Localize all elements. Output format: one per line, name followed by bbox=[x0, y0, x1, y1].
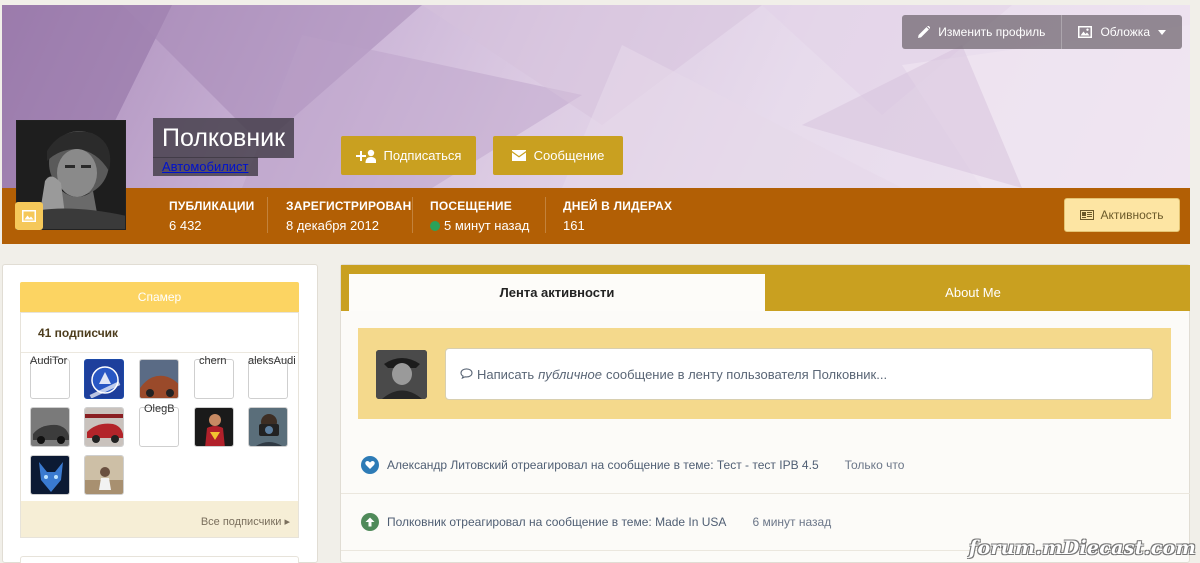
follower-name[interactable]: chern bbox=[199, 355, 227, 367]
stat-value: 5 минут назад bbox=[444, 218, 530, 233]
cover-photo-label: Обложка bbox=[1100, 25, 1150, 39]
cover-photo-button[interactable]: Обложка bbox=[1061, 15, 1182, 49]
activity-time: 6 минут назад bbox=[752, 515, 832, 529]
follower-name[interactable]: AudiTor bbox=[30, 355, 67, 367]
cover-actions: Изменить профиль Обложка bbox=[902, 15, 1182, 49]
edit-profile-button[interactable]: Изменить профиль bbox=[902, 15, 1061, 49]
activity-text[interactable]: Полковник отреагировал на сообщение в те… bbox=[387, 515, 726, 529]
person-avatar-icon[interactable] bbox=[84, 455, 124, 495]
activity-item[interactable]: Александр Литовский отреагировал на сооб… bbox=[341, 436, 1190, 493]
sidebar-widget bbox=[20, 556, 299, 563]
stat-last-visit: ПОСЕЩЕНИЕ 5 минут назад bbox=[430, 199, 529, 233]
composer-emphasis: публичное bbox=[538, 366, 602, 382]
all-followers-link[interactable]: Все подписчики ▸ bbox=[201, 515, 290, 528]
stat-value: 8 декабря 2012 bbox=[286, 218, 379, 233]
message-button[interactable]: Сообщение bbox=[493, 136, 623, 175]
watermark: forum.mDiecast.com bbox=[969, 537, 1196, 559]
stat-label: ЗАРЕГИСТРИРОВАН bbox=[286, 199, 412, 213]
stat-label: ПУБЛИКАЦИИ bbox=[169, 199, 255, 213]
stat-posts: ПУБЛИКАЦИИ 6 432 bbox=[169, 199, 254, 233]
user-plus-icon bbox=[355, 149, 376, 163]
avatar-edit-button[interactable] bbox=[15, 202, 43, 230]
composer-suffix: сообщение в ленту пользователя Полковник… bbox=[605, 366, 888, 382]
activity-label: Активность bbox=[1100, 208, 1164, 222]
car-avatar-icon[interactable] bbox=[84, 407, 124, 447]
follow-button[interactable]: Подписаться bbox=[341, 136, 476, 175]
stat-value: 6 432 bbox=[169, 218, 202, 233]
follower-name[interactable]: OlegB bbox=[144, 403, 175, 415]
followers-title: 41 подписчик bbox=[38, 326, 119, 340]
pencil-icon bbox=[918, 26, 931, 38]
all-followers-label: Все подписчики bbox=[200, 516, 282, 528]
superman-avatar-icon[interactable] bbox=[194, 407, 234, 447]
activity-time: Только что bbox=[844, 457, 905, 472]
caret-down-icon bbox=[1158, 29, 1166, 35]
stat-divider bbox=[545, 197, 546, 233]
member-group-badge: Спамер bbox=[20, 282, 299, 312]
stat-label: ПОСЕЩЕНИЕ bbox=[430, 199, 512, 213]
car-avatar-icon[interactable] bbox=[30, 407, 70, 447]
composer-avatar bbox=[376, 350, 427, 399]
stat-days-leader: ДНЕЙ В ЛИДЕРАХ 161 bbox=[563, 199, 672, 233]
stat-divider bbox=[267, 197, 268, 233]
photographer-avatar-icon[interactable] bbox=[248, 407, 288, 447]
status-composer-input[interactable]: Написать публичное сообщение в ленту пол… bbox=[445, 348, 1153, 400]
car-avatar-icon[interactable] bbox=[139, 359, 179, 399]
profile-name: Полковник bbox=[153, 118, 295, 158]
activity-text[interactable]: Александр Литовский отреагировал на сооб… bbox=[387, 458, 819, 472]
envelope-icon bbox=[511, 150, 526, 161]
card-icon bbox=[1080, 210, 1095, 220]
arrow-up-icon bbox=[361, 513, 379, 531]
activity-button[interactable]: Активность bbox=[1064, 198, 1180, 232]
image-icon bbox=[1078, 26, 1093, 38]
online-status-icon bbox=[430, 220, 440, 231]
stat-label: ДНЕЙ В ЛИДЕРАХ bbox=[563, 199, 673, 213]
stat-value: 161 bbox=[563, 218, 585, 233]
image-icon bbox=[22, 210, 36, 222]
divider bbox=[21, 352, 298, 353]
composer-prefix: Написать bbox=[477, 366, 535, 382]
follower-name[interactable]: aleksAudi bbox=[248, 355, 296, 367]
tab-activity-feed[interactable]: Лента активности bbox=[349, 274, 765, 311]
edit-profile-label: Изменить профиль bbox=[938, 25, 1046, 39]
follow-label: Подписаться bbox=[383, 148, 462, 163]
tab-about-me[interactable]: About Me bbox=[765, 274, 1181, 311]
speech-bubble-icon bbox=[460, 367, 473, 382]
profile-rank-link[interactable]: Автомобилист bbox=[153, 157, 258, 176]
stat-joined: ЗАРЕГИСТРИРОВАН 8 декабря 2012 bbox=[286, 199, 412, 233]
wolf-avatar-icon[interactable] bbox=[30, 455, 70, 495]
stat-divider bbox=[412, 197, 413, 233]
caret-right-icon: ▸ bbox=[284, 516, 290, 528]
message-label: Сообщение bbox=[533, 148, 605, 163]
heart-icon bbox=[361, 455, 379, 474]
chelsea-avatar-icon[interactable] bbox=[84, 359, 124, 399]
